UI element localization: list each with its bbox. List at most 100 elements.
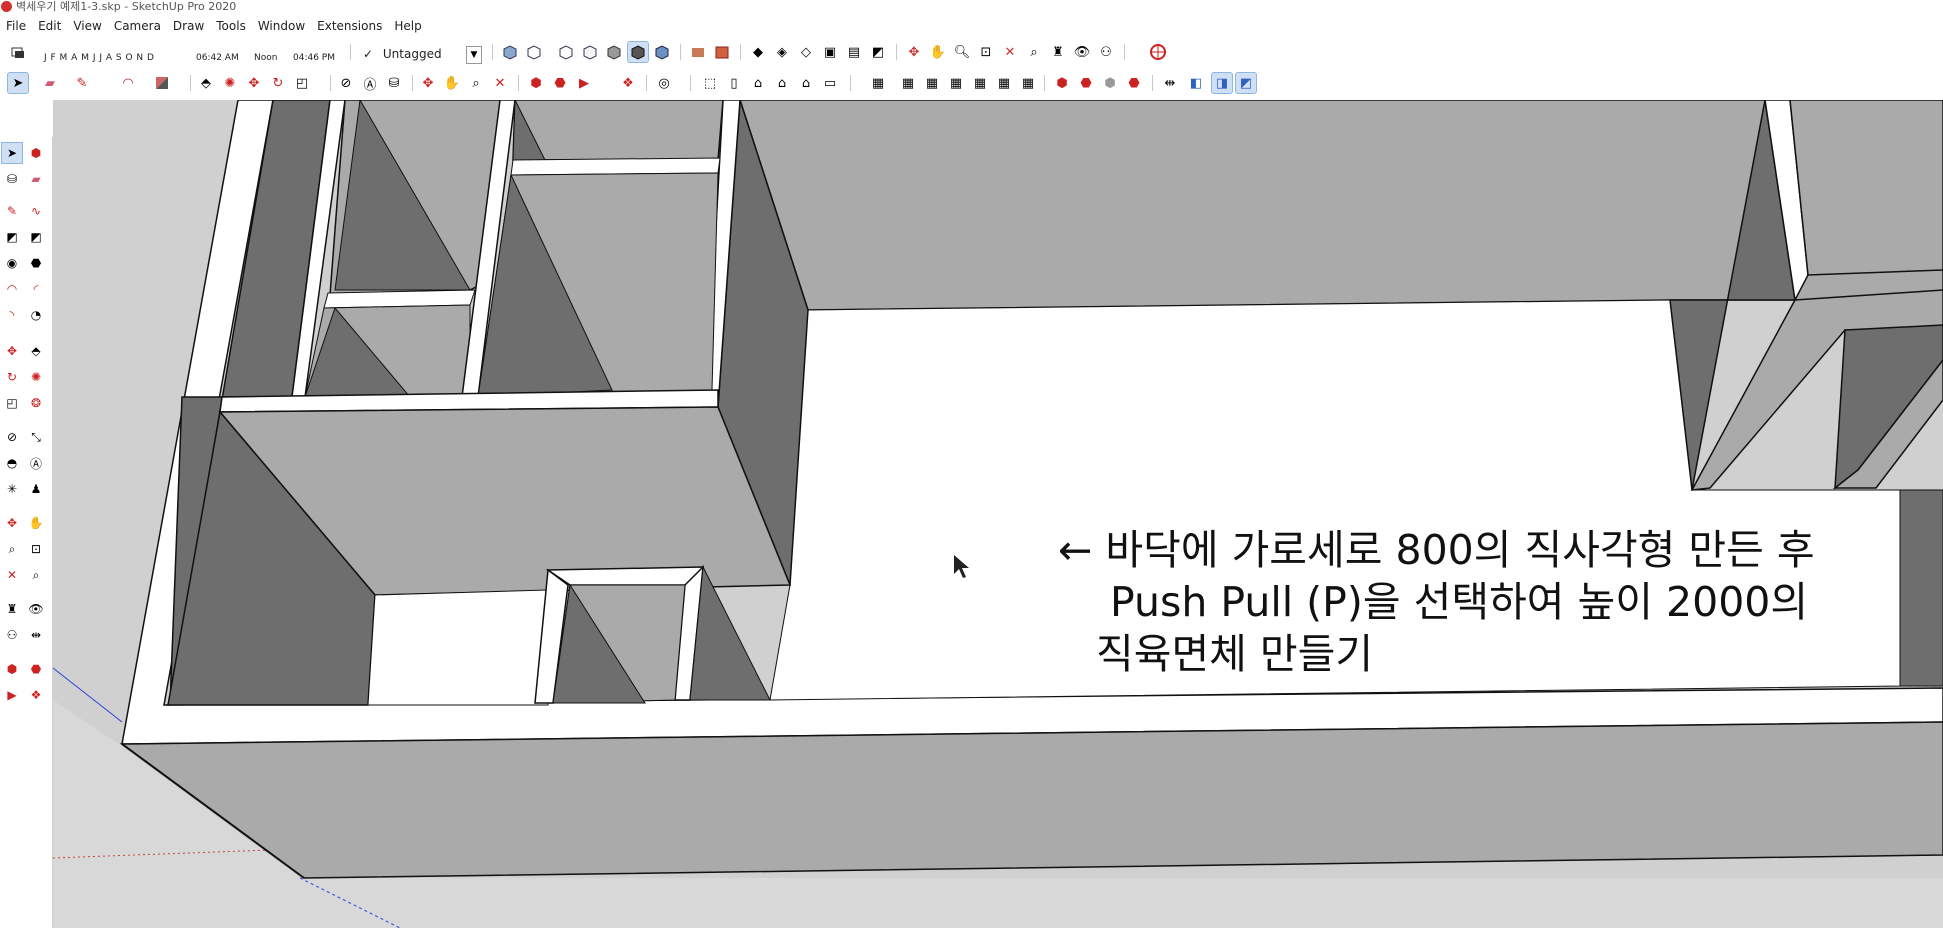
sandbox-tool-3-icon[interactable]: ◇ (796, 42, 816, 62)
component-tool-icon[interactable]: ⬢ (26, 143, 46, 163)
scale-tool-icon[interactable]: ◰ (2, 393, 22, 413)
solid-tools-6-icon[interactable]: ▦ (994, 73, 1014, 93)
solid-tools-1-icon[interactable]: ▦ (868, 73, 888, 93)
look-around-eye-icon[interactable]: 👁︎ (1072, 42, 1092, 62)
menu-window[interactable]: Window (252, 16, 311, 36)
pencil-tool-icon[interactable]: ✎ (2, 201, 22, 221)
tag-dropdown-chevron-down-icon[interactable]: ▼ (466, 46, 482, 64)
3dtext-tool-icon[interactable]: ♟ (26, 479, 46, 499)
arc-icon[interactable]: ◠ (118, 73, 138, 93)
move-icon[interactable]: ✥ (244, 73, 264, 93)
text-icon[interactable]: Ⓐ (360, 73, 380, 93)
send-to-layout-icon[interactable]: ▶ (574, 73, 594, 93)
arc2-tool-icon[interactable]: ◜ (26, 279, 46, 299)
style-monochrome-icon[interactable] (652, 42, 672, 62)
text-tool-icon[interactable]: Ⓐ (26, 453, 46, 473)
solid-tools-2-icon[interactable]: ▦ (898, 73, 918, 93)
position-camera-icon[interactable]: ♜ (1048, 42, 1068, 62)
rotate-icon[interactable]: ↻ (268, 73, 288, 93)
circle-tool-icon[interactable]: ◉ (2, 253, 22, 273)
zoom-extents-icon[interactable]: ✕ (1000, 42, 1020, 62)
warehouse-tool-icon[interactable]: ⬢ (526, 73, 546, 93)
style-hiddenline-icon[interactable] (580, 42, 600, 62)
rect-tool-icon[interactable]: ◩ (2, 227, 22, 247)
components-icon[interactable]: ⬣ (550, 73, 570, 93)
rectangle-icon[interactable] (152, 73, 172, 93)
menu-file[interactable]: File (0, 16, 32, 36)
scale-icon[interactable]: ◰ (292, 73, 312, 93)
style-backedges-icon[interactable] (524, 42, 544, 62)
dimension-tool-icon[interactable]: ⤡ (26, 427, 46, 447)
push-pull-icon[interactable]: ⬘ (196, 73, 216, 93)
style-wireframe-icon[interactable] (556, 42, 576, 62)
look-around-left-eye-icon[interactable]: 👁︎ (26, 599, 46, 619)
view-iso-icon[interactable]: ⬚ (700, 73, 720, 93)
rotate-tool-icon[interactable]: ↻ (2, 367, 22, 387)
followme-tool-icon[interactable]: ✺ (26, 367, 46, 387)
eraser-tool-icon[interactable]: ▰ (26, 169, 46, 189)
menu-draw[interactable]: Draw (167, 16, 210, 36)
orbit-left-icon[interactable]: ✥ (2, 513, 22, 533)
sandbox-tool-2-icon[interactable]: ◈ (772, 42, 792, 62)
model-drawing[interactable] (53, 100, 1943, 928)
paint-bucket-icon[interactable]: ⛁ (384, 73, 404, 93)
extension-left-icon[interactable]: ❖ (26, 685, 46, 705)
view-right-icon[interactable]: ⌂ (772, 73, 792, 93)
previous-view-icon[interactable]: ⌕ (1024, 42, 1044, 62)
section-cut-icon[interactable]: ◧ (1186, 73, 1206, 93)
menu-extensions[interactable]: Extensions (311, 16, 388, 36)
freehand-tool-icon[interactable]: ∿ (26, 201, 46, 221)
select-tool-icon[interactable]: ➤ (1, 142, 23, 164)
position-camera-left-icon[interactable]: ♜ (2, 599, 22, 619)
solid-tools-3-icon[interactable]: ▦ (922, 73, 942, 93)
arc3-tool-icon[interactable]: ◝ (2, 305, 22, 325)
menu-tools[interactable]: Tools (210, 16, 252, 36)
layout-left-icon[interactable]: ▶ (2, 685, 22, 705)
section-left-icon[interactable]: ⇹ (26, 625, 46, 645)
protractor-tool-icon[interactable]: ◓ (2, 453, 22, 473)
warehouse-d-icon[interactable]: ⬣ (1124, 73, 1144, 93)
view-front-house-icon[interactable]: ⌂ (748, 73, 768, 93)
warehouse-left-icon[interactable]: ⬢ (2, 659, 22, 679)
model-viewport[interactable] (53, 100, 1943, 928)
tape-measure-icon[interactable]: ⊘ (336, 73, 356, 93)
orbit-icon[interactable]: ✥ (904, 42, 924, 62)
line-pencil-icon[interactable]: ✎ (72, 73, 92, 93)
view-left-icon[interactable]: ▭ (820, 73, 840, 93)
sandbox-tool-5-icon[interactable]: ▤ (844, 42, 864, 62)
geo-location-globe-icon[interactable] (1148, 42, 1168, 62)
pie-tool-icon[interactable]: ◔ (26, 305, 46, 325)
paint-tool-icon[interactable]: ⛁ (2, 169, 22, 189)
section-plane-icon[interactable]: ⇹ (1160, 73, 1180, 93)
walk-left-footprints-icon[interactable]: ⚇ (2, 625, 22, 645)
pushpull-tool-icon[interactable]: ⬘ (26, 341, 46, 361)
sandbox-tool-4-icon[interactable]: ▣ (820, 42, 840, 62)
zoom-extents-tool-icon[interactable]: ✕ (490, 73, 510, 93)
sandbox-tool-1-icon[interactable]: ◆ (748, 42, 768, 62)
shadow-toggle-icon[interactable] (8, 42, 28, 62)
solid-tools-4-icon[interactable]: ▦ (946, 73, 966, 93)
orbit-tool-icon[interactable]: ✥ (418, 73, 438, 93)
select-arrow-icon[interactable]: ➤ (7, 72, 29, 94)
pan-left-icon[interactable]: ✋ (26, 513, 46, 533)
extension-manager-icon[interactable]: ❖ (618, 73, 638, 93)
menu-view[interactable]: View (67, 16, 107, 36)
previous-left-icon[interactable]: ⌕ (26, 565, 46, 585)
menu-camera[interactable]: Camera (108, 16, 167, 36)
axes-tool-icon[interactable]: ✳ (2, 479, 22, 499)
zoom-left-icon[interactable]: ⌕ (2, 539, 22, 559)
rotated-rect-tool-icon[interactable]: ◩ (26, 227, 46, 247)
sandbox-tool-6-icon[interactable]: ◩ (868, 42, 888, 62)
walk-footprints-icon[interactable]: ⚇ (1096, 42, 1116, 62)
zoom-window-icon[interactable]: ⊡ (976, 42, 996, 62)
section-fill-icon[interactable]: ◩ (1235, 72, 1257, 94)
menu-edit[interactable]: Edit (32, 16, 67, 36)
solid-tools-5-icon[interactable]: ▦ (970, 73, 990, 93)
warehouse2-left-icon[interactable]: ⬣ (26, 659, 46, 679)
zoom-extents-left-icon[interactable]: ✕ (2, 565, 22, 585)
polygon-tool-icon[interactable]: ⬣ (26, 253, 46, 273)
pan-tool-icon[interactable]: ✋ (442, 73, 462, 93)
move-tool-icon[interactable]: ✥ (2, 341, 22, 361)
section-display-icon[interactable]: ◨ (1211, 72, 1233, 94)
offset-tool-icon[interactable]: ❂ (26, 393, 46, 413)
